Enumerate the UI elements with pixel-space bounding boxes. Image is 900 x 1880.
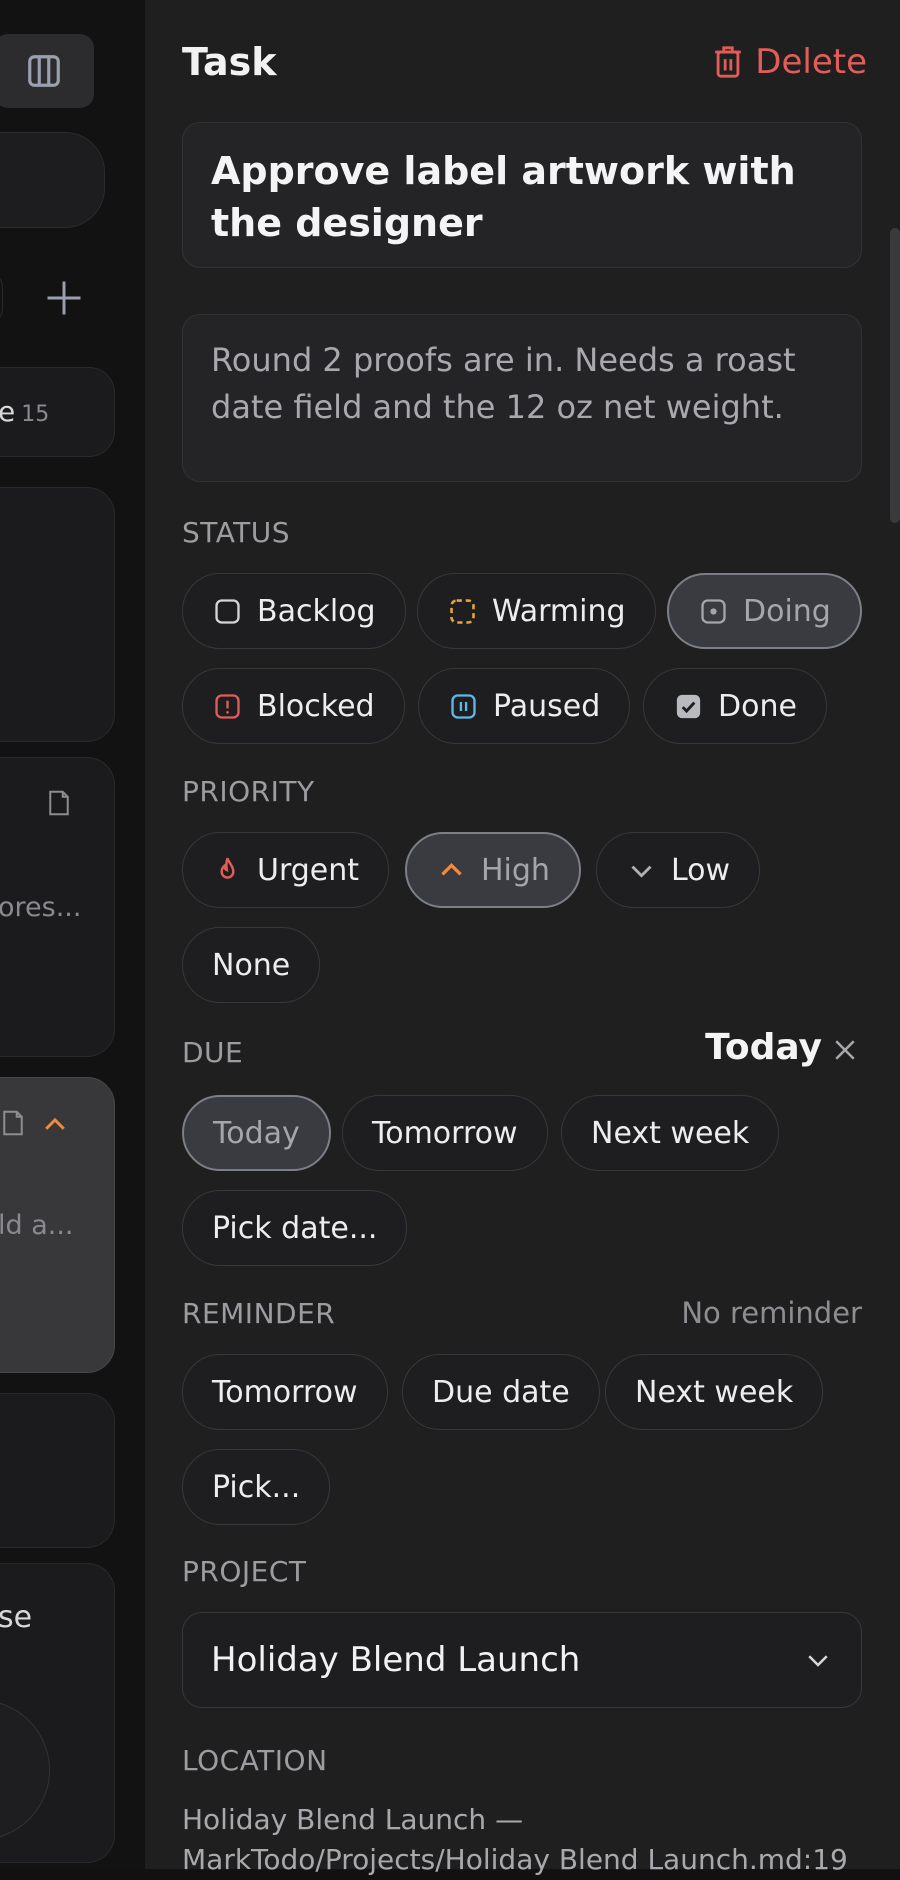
status-doing-chip[interactable]: Doing [667, 573, 862, 649]
search-field[interactable] [0, 132, 105, 228]
filter-pill[interactable] [0, 270, 3, 326]
delete-label: Delete [755, 42, 867, 82]
chip-label: Blocked [257, 688, 375, 724]
task-list-pane: e 15 ores... ld a... se [0, 0, 145, 1869]
board-view-button[interactable] [0, 34, 94, 108]
priority-urgent-chip[interactable]: Urgent [182, 832, 390, 908]
list-filter-label-text: e [0, 395, 16, 428]
delete-button[interactable]: Delete [711, 42, 867, 82]
chip-label: None [212, 947, 291, 983]
due-today-chip[interactable]: Today [182, 1095, 331, 1171]
trash-icon [715, 46, 742, 78]
page-title: Task [182, 40, 277, 84]
status-done-chip[interactable]: Done [643, 668, 827, 744]
priority-high-icon [45, 1117, 65, 1130]
chevron-up-icon [441, 862, 462, 876]
reminder-label: REMINDER [182, 1297, 336, 1330]
chevron-down-icon [808, 1655, 828, 1667]
chip-label: Low [671, 852, 731, 888]
flame-icon [220, 857, 235, 879]
chip-label: Urgent [257, 852, 360, 888]
priority-none-chip[interactable]: None [182, 927, 321, 1003]
reminder-pick-chip[interactable]: Pick... [182, 1449, 331, 1525]
location-label: LOCATION [182, 1744, 328, 1777]
chevron-down-icon [631, 865, 652, 878]
due-value: Today [705, 1027, 822, 1068]
columns-icon [28, 55, 60, 87]
alert-square-icon [215, 693, 240, 719]
status-warming-chip[interactable]: Warming [417, 573, 656, 649]
reminder-due-date-chip[interactable]: Due date [402, 1354, 600, 1430]
status-blocked-chip[interactable]: Blocked [182, 668, 405, 744]
chip-label: High [481, 852, 550, 888]
chip-label: Paused [493, 688, 601, 724]
chip-label: Warming [492, 593, 626, 629]
chip-label: Tomorrow [212, 1374, 358, 1410]
dot-square-icon [701, 598, 726, 624]
priority-label: PRIORITY [182, 775, 315, 808]
priority-high-chip[interactable]: High [405, 832, 581, 908]
list-filter-count: 15 [21, 402, 50, 427]
task-notes-input[interactable]: Round 2 proofs are in. Needs a roast dat… [182, 314, 862, 482]
priority-low-chip[interactable]: Low [596, 832, 761, 908]
due-label: DUE [182, 1036, 244, 1069]
reminder-tomorrow-chip[interactable]: Tomorrow [182, 1354, 388, 1430]
chip-label: Today [213, 1115, 300, 1151]
add-icon[interactable] [42, 276, 86, 320]
list-item-title: se [0, 1600, 33, 1635]
project-value: Holiday Blend Launch [211, 1640, 581, 1680]
reminder-status: No reminder [681, 1296, 862, 1330]
scrollbar[interactable] [890, 228, 900, 523]
chip-label: Pick... [212, 1469, 301, 1505]
chip-label: Backlog [257, 593, 376, 629]
chip-label: Next week [591, 1115, 750, 1151]
chip-label: Done [718, 688, 797, 724]
chip-label: Doing [743, 593, 831, 629]
due-pick-date-chip[interactable]: Pick date... [182, 1190, 408, 1266]
pause-square-icon [451, 693, 476, 719]
close-icon[interactable] [830, 1035, 860, 1065]
status-label: STATUS [182, 516, 291, 549]
chip-label: Tomorrow [372, 1115, 518, 1151]
square-icon [215, 598, 240, 624]
list-item[interactable] [0, 487, 115, 742]
list-filter-label: e 15 [0, 395, 49, 428]
note-icon [49, 790, 69, 816]
list-item-snippet: ores... [0, 892, 82, 923]
chip-label: Next week [635, 1374, 794, 1410]
dashed-square-icon [450, 598, 475, 624]
status-paused-chip[interactable]: Paused [418, 668, 631, 744]
status-backlog-chip[interactable]: Backlog [182, 573, 406, 649]
detail-header: Task Delete [182, 36, 867, 88]
list-item-snippet: ld a... [0, 1210, 74, 1241]
task-title-input[interactable]: Approve label artwork with the designer [182, 122, 862, 268]
project-select[interactable]: Holiday Blend Launch [182, 1612, 862, 1708]
task-detail-pane: Task Delete Approve label artwork with t… [145, 0, 900, 1876]
note-icon [3, 1110, 23, 1136]
project-label: PROJECT [182, 1555, 307, 1588]
checkbox-checked-icon [676, 694, 701, 718]
chip-label: Due date [432, 1374, 570, 1410]
chip-label: Pick date... [212, 1210, 378, 1246]
reminder-next-week-chip[interactable]: Next week [605, 1354, 824, 1430]
list-item[interactable] [0, 1393, 115, 1548]
location-value: Holiday Blend Launch — MarkTodo/Projects… [182, 1803, 848, 1876]
due-next-week-chip[interactable]: Next week [561, 1095, 780, 1171]
due-tomorrow-chip[interactable]: Tomorrow [342, 1095, 548, 1171]
